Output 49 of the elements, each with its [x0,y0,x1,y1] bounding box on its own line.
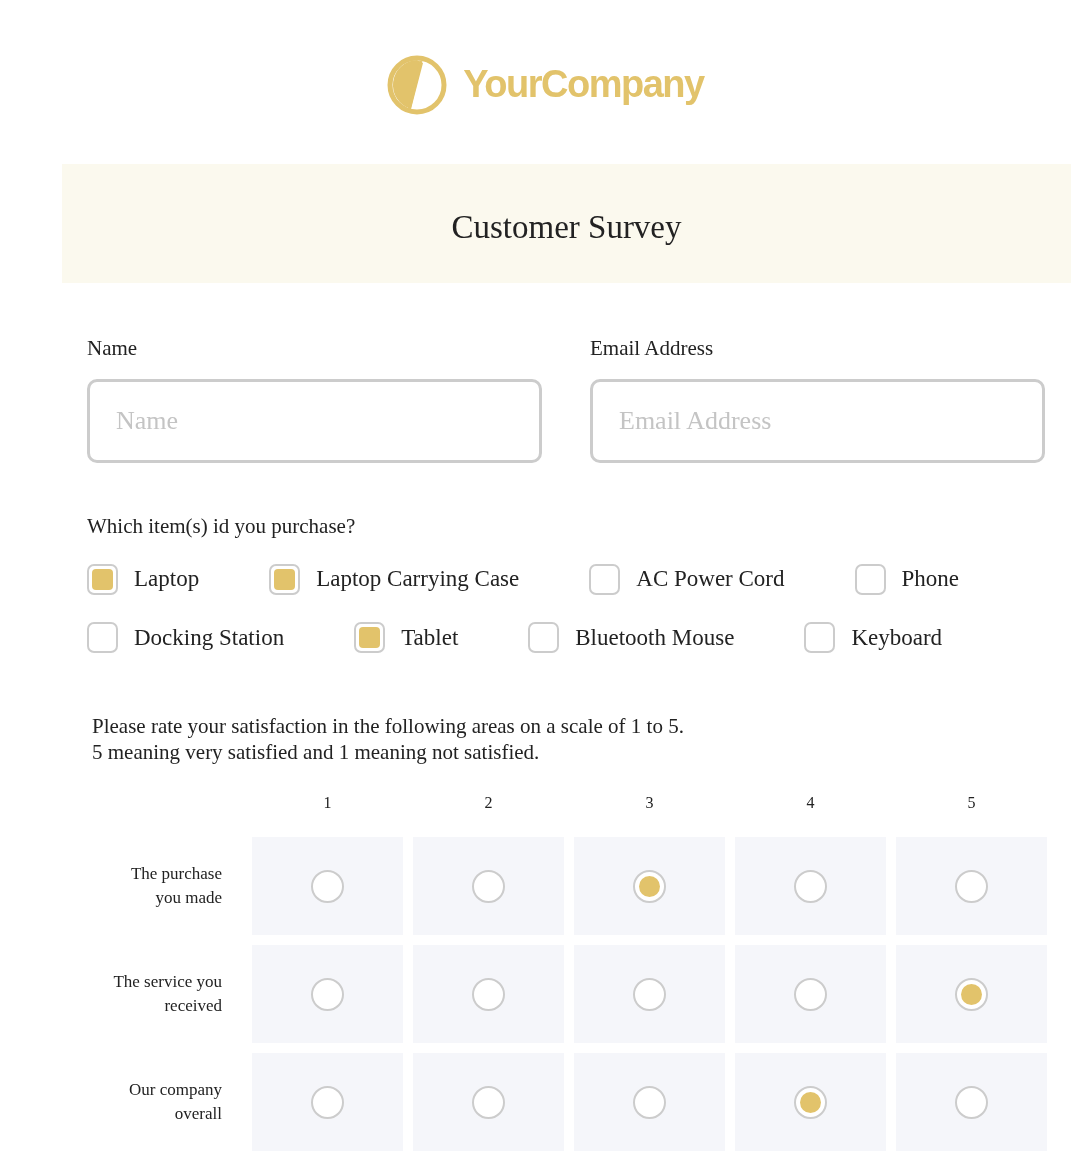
checkbox[interactable] [528,622,560,654]
scale-number: 2 [484,793,493,813]
scale-number: 1 [323,793,332,813]
checkbox-label: AC Power Cord [636,565,785,593]
checkbox[interactable] [854,563,886,595]
radio-button[interactable] [472,869,505,903]
checkbox[interactable] [589,563,621,595]
radio-button[interactable] [955,977,988,1011]
rating-row-label: Our company overall [128,1079,222,1125]
checkbox-label: Tablet [401,623,459,652]
radio-button[interactable] [955,1085,988,1119]
radio-button[interactable] [794,869,827,903]
radio-button[interactable] [472,1085,505,1119]
checkbox[interactable] [87,563,118,595]
radio-button[interactable] [311,869,344,903]
checkbox[interactable] [804,622,836,654]
rating-instructions: 5 meaning very satisfied and 1 meaning not satisfied. [92,739,541,765]
radio-button[interactable] [311,977,344,1011]
checkbox-label: Bluetooth Mouse [575,623,735,652]
radio-button[interactable] [633,1085,666,1119]
checkbox-label: Docking Station [134,623,285,652]
checkbox-label: Laptop [134,565,200,593]
checkbox-label: Laptop Carrying Case [316,565,520,593]
scale-number: 3 [645,793,654,813]
checkbox[interactable] [87,622,118,654]
rating-instructions: Please rate your satisfaction in the following areas on a scale of 1 to 5. [92,713,685,739]
checkbox-label: Keyboard [851,623,943,652]
scale-number: 5 [967,793,976,813]
field-label: Email Address [590,335,715,362]
checkbox[interactable] [269,563,301,595]
purchase-question: Which item(s) id you purchase? [87,512,357,540]
radio-button[interactable] [955,869,988,903]
text-field[interactable]: Email Address [590,378,1045,463]
rating-row-label: The service you received [112,971,222,1017]
survey-title: Customer Survey [451,207,682,247]
checkbox[interactable] [354,622,386,654]
logo-icon [387,54,448,115]
radio-button[interactable] [311,1085,344,1119]
radio-button[interactable] [633,869,666,903]
rating-row-label: The purchase you made [129,863,222,909]
field-label: Name [87,335,139,362]
logo-text: YourCompany [463,62,704,107]
radio-button[interactable] [472,977,505,1011]
text-field[interactable]: Name [87,378,542,463]
radio-button[interactable] [794,977,827,1011]
radio-button[interactable] [633,977,666,1011]
checkbox-label: Phone [901,565,959,593]
radio-button[interactable] [794,1085,827,1119]
scale-number: 4 [806,793,815,813]
